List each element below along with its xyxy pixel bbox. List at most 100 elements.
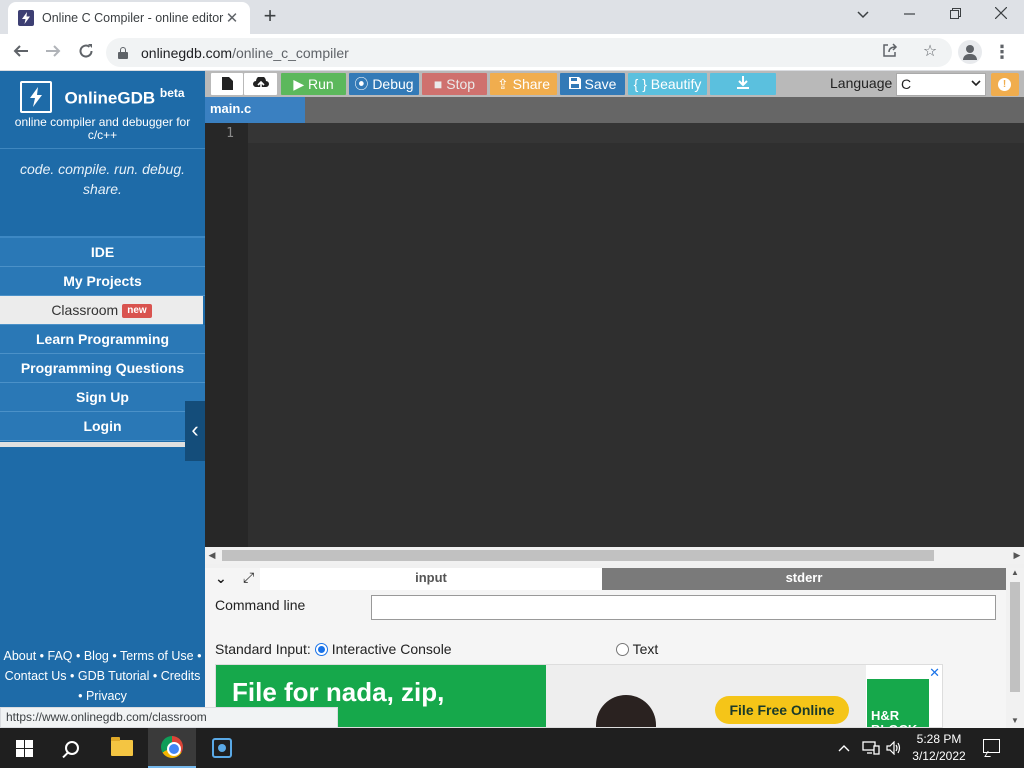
sidebar-nav: IDE My Projects Classroom new Learn Progr… xyxy=(0,236,205,447)
sidebar-item-programming-questions[interactable]: Programming Questions xyxy=(0,354,205,383)
ad-cta-button[interactable]: File Free Online xyxy=(715,696,849,724)
volume-icon[interactable] xyxy=(886,728,902,768)
console-panel: ⌄ ⤢ input stderr Command line Standard I… xyxy=(205,568,1006,728)
beautify-button[interactable]: { } Beautify xyxy=(628,73,707,95)
back-arrow-icon[interactable] xyxy=(8,40,34,66)
collapse-sidebar-chevron-icon[interactable]: ‹ xyxy=(185,401,205,461)
console-vertical-scrollbar[interactable]: ▲ ▼ xyxy=(1006,568,1024,728)
minimize-window-button[interactable] xyxy=(886,4,932,26)
browser-tab[interactable]: Online C Compiler - online editor ✕ xyxy=(8,2,250,34)
scroll-left-icon[interactable]: ◀ xyxy=(205,547,219,564)
footer-contact-link[interactable]: Contact Us xyxy=(5,669,67,683)
bookmark-star-icon[interactable]: ☆ xyxy=(920,42,940,62)
language-select[interactable]: C xyxy=(896,73,986,96)
system-clock[interactable]: 5:28 PM 3/12/2022 xyxy=(906,731,972,765)
active-line-highlight xyxy=(248,123,1024,143)
profile-avatar-icon[interactable] xyxy=(958,40,982,64)
download-button[interactable] xyxy=(710,73,776,95)
sidebar: OnlineGDB beta online compiler and debug… xyxy=(0,71,205,728)
text-radio[interactable] xyxy=(615,642,629,656)
address-bar[interactable]: onlinegdb.com/online_c_compiler ☆ xyxy=(106,38,952,67)
windows-start-icon[interactable] xyxy=(0,728,48,768)
footer-about-link[interactable]: About xyxy=(4,649,37,663)
browser-tabstrip: Online C Compiler - online editor ✕ + xyxy=(0,0,1024,34)
ad-headline: File for nada, zip, xyxy=(232,677,445,707)
footer-links: About • FAQ • Blog • Terms of Use • Cont… xyxy=(3,649,202,703)
info-button[interactable]: ! xyxy=(991,73,1019,96)
footer-gdb-tutorial-link[interactable]: GDB Tutorial xyxy=(78,669,150,683)
file-tab-main-c[interactable]: main.c xyxy=(205,97,305,123)
code-editor[interactable]: 1 xyxy=(205,123,1024,547)
command-line-input[interactable] xyxy=(371,595,996,620)
share-button[interactable]: ⇪ Share xyxy=(490,73,557,95)
new-file-button[interactable] xyxy=(211,73,243,95)
tab-stderr[interactable]: stderr xyxy=(602,568,1006,590)
scroll-down-icon[interactable]: ▼ xyxy=(1006,716,1024,728)
sidebar-item-login[interactable]: Login xyxy=(0,412,205,441)
share-icon: ⇪ xyxy=(497,76,509,92)
footer-blog-link[interactable]: Blog xyxy=(84,649,109,663)
file-explorer-icon[interactable] xyxy=(98,728,146,768)
forward-arrow-icon[interactable] xyxy=(40,40,66,66)
upload-file-button[interactable] xyxy=(244,73,277,95)
sidebar-item-classroom[interactable]: Classroom new xyxy=(0,296,203,325)
file-tabs: main.c xyxy=(205,97,1024,123)
stop-square-icon: ■ xyxy=(433,76,443,92)
run-button[interactable]: ▶ Run xyxy=(281,73,346,95)
lock-icon[interactable] xyxy=(118,46,128,59)
tab-close-icon[interactable]: ✕ xyxy=(224,9,240,27)
ide-toolbar: ▶ Run ⦿ Debug ■ Stop ⇪ Share Save { } Be… xyxy=(205,71,1024,97)
sidebar-item-label: Classroom xyxy=(51,302,119,318)
scroll-right-icon[interactable]: ▶ xyxy=(1010,547,1024,564)
debug-button[interactable]: ⦿ Debug xyxy=(349,73,419,95)
run-label: Run xyxy=(307,76,334,92)
footer-faq-link[interactable]: FAQ xyxy=(48,649,73,663)
sidebar-item-learn-programming[interactable]: Learn Programming xyxy=(0,325,205,354)
save-label: Save xyxy=(584,76,617,92)
interactive-console-radio[interactable] xyxy=(314,642,328,656)
sidebar-item-sign-up[interactable]: Sign Up xyxy=(0,383,205,412)
network-icon[interactable] xyxy=(862,728,880,768)
interactive-console-label[interactable]: Interactive Console xyxy=(332,641,452,657)
show-hidden-icons-chevron-icon[interactable] xyxy=(838,728,850,768)
stop-button[interactable]: ■ Stop xyxy=(422,73,487,95)
restore-window-button[interactable] xyxy=(932,4,978,26)
footer-credits-link[interactable]: Credits xyxy=(161,669,201,683)
brand[interactable]: OnlineGDB beta online compiler and debug… xyxy=(0,71,205,149)
sidebar-item-ide[interactable]: IDE xyxy=(0,238,205,267)
play-icon: ▶ xyxy=(293,76,305,92)
search-icon[interactable] xyxy=(48,728,96,768)
language-label: Language xyxy=(830,75,893,91)
scrollbar-thumb[interactable] xyxy=(1010,582,1020,692)
editor-horizontal-scrollbar[interactable]: ◀ ▶ xyxy=(205,547,1024,564)
ad-close-icon[interactable]: ✕ xyxy=(929,665,940,681)
line-number: 1 xyxy=(226,126,234,141)
language-value: C xyxy=(901,76,912,92)
url-host: onlinegdb.com xyxy=(141,44,233,61)
close-window-button[interactable] xyxy=(978,4,1024,26)
clock-time: 5:28 PM xyxy=(916,732,962,746)
footer-terms-link[interactable]: Terms of Use xyxy=(120,649,194,663)
scroll-up-icon[interactable]: ▲ xyxy=(1006,568,1024,580)
sidebar-item-my-projects[interactable]: My Projects xyxy=(0,267,205,296)
collapse-console-chevron-icon[interactable]: ⌄ xyxy=(215,570,227,587)
scrollbar-thumb[interactable] xyxy=(222,550,934,561)
url-path: /online_c_compiler xyxy=(232,44,349,61)
console-tabs: ⌄ ⤢ input stderr xyxy=(205,568,1006,590)
save-button[interactable]: Save xyxy=(560,73,625,95)
windows-taskbar: 5:28 PM 3/12/2022 xyxy=(0,728,1024,768)
expand-console-icon[interactable]: ⤢ xyxy=(243,569,254,586)
browser-menu-icon[interactable]: ⋮ xyxy=(992,40,1012,64)
notifications-icon[interactable] xyxy=(980,736,1002,758)
tab-input[interactable]: input xyxy=(260,568,602,590)
app-icon[interactable] xyxy=(198,728,246,768)
reload-icon[interactable] xyxy=(73,40,99,66)
share-page-icon[interactable] xyxy=(880,42,900,62)
footer-privacy-link[interactable]: Privacy xyxy=(86,689,127,703)
share-label: Share xyxy=(512,76,550,92)
standard-input-label: Standard Input: xyxy=(215,641,311,657)
chrome-icon[interactable] xyxy=(148,728,196,768)
new-tab-button[interactable]: + xyxy=(258,5,282,28)
tab-search-chevron-icon[interactable] xyxy=(840,4,886,26)
text-option-label[interactable]: Text xyxy=(633,641,659,657)
